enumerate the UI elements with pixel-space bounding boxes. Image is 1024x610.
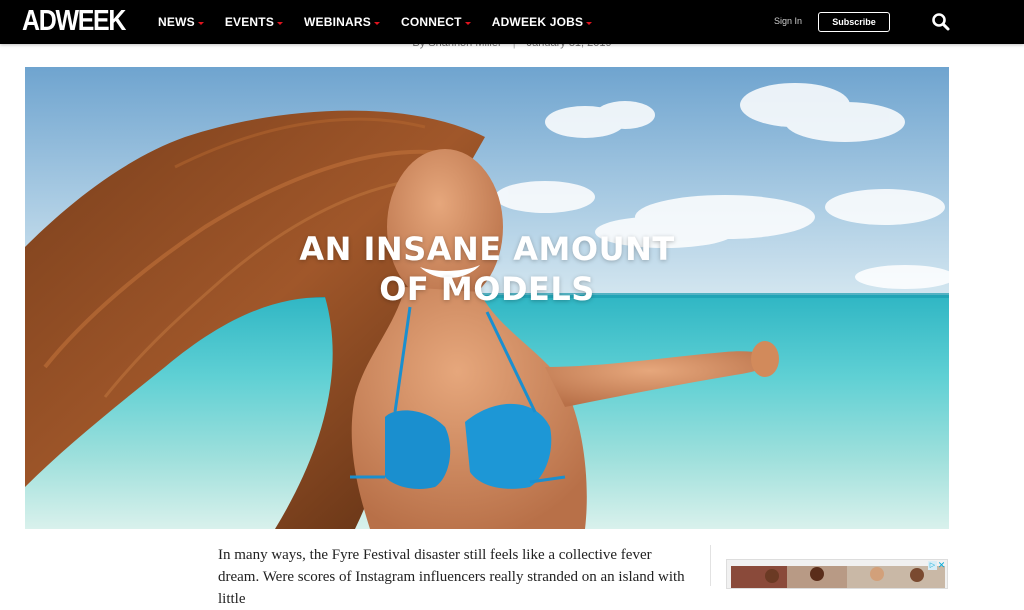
hero-title: AN INSANE AMOUNT OF MODELS <box>25 229 949 309</box>
nav-connect-label: CONNECT <box>400 15 462 29</box>
nav-webinars-label: WEBINARS <box>304 15 371 29</box>
chevron-down-icon <box>277 21 284 25</box>
subscribe-button[interactable]: Subscribe <box>818 12 890 32</box>
nav-adweek-jobs-label: ADWEEK JOBS <box>491 15 584 29</box>
nav-adweek-jobs[interactable]: ADWEEK JOBS <box>492 15 593 29</box>
ad-image <box>731 566 945 588</box>
top-navigation-bar: ADWEEK NEWS EVENTS WEBINARS CONNECT ADWE… <box>0 0 1024 44</box>
hero-title-line-1: AN INSANE AMOUNT <box>299 230 675 268</box>
adweek-logo[interactable]: ADWEEK <box>22 5 126 37</box>
search-icon[interactable] <box>931 12 951 32</box>
article-body: In many ways, the Fyre Festival disaster… <box>218 547 685 607</box>
chevron-down-icon <box>586 21 593 25</box>
nav-news-label: NEWS <box>158 15 195 29</box>
chevron-down-icon <box>197 21 204 25</box>
hero-image: AN INSANE AMOUNT OF MODELS <box>25 67 949 529</box>
nav-webinars[interactable]: WEBINARS <box>304 15 380 29</box>
chevron-down-icon <box>464 21 471 25</box>
sign-in-link[interactable]: Sign In <box>774 16 802 26</box>
nav-events[interactable]: EVENTS <box>224 15 284 29</box>
sidebar-ad[interactable]: ▷ ✕ <box>726 559 948 589</box>
ad-close-icon[interactable]: ✕ <box>937 561 946 570</box>
main-nav: NEWS EVENTS WEBINARS CONNECT ADWEEK JOBS <box>158 0 613 44</box>
chevron-down-icon <box>373 21 380 25</box>
nav-news[interactable]: NEWS <box>158 15 204 29</box>
ad-choices-icon[interactable]: ▷ <box>928 561 937 570</box>
hero-title-line-2: OF MODELS <box>379 270 595 308</box>
column-divider <box>710 545 711 586</box>
nav-connect[interactable]: CONNECT <box>401 15 471 29</box>
nav-events-label: EVENTS <box>224 15 275 29</box>
